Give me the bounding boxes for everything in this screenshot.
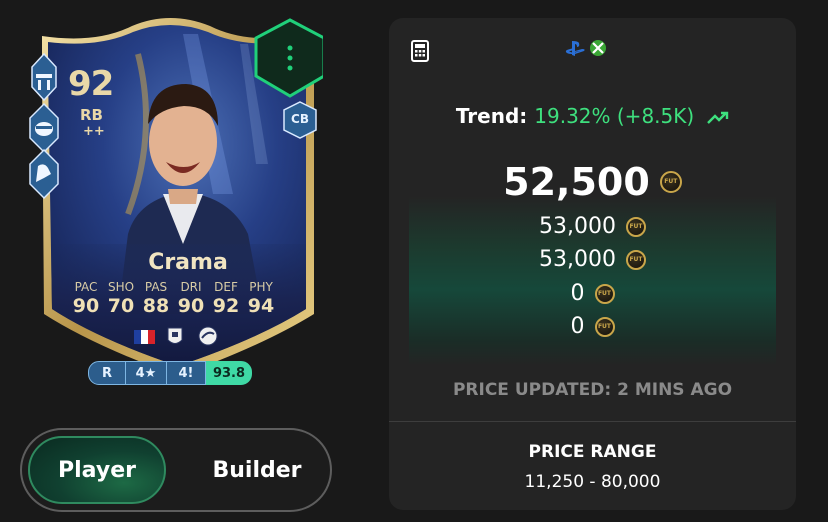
stat-dri: DRI 90 <box>174 280 208 317</box>
card-artwork <box>29 18 323 376</box>
trend-label: Trend: <box>455 104 528 128</box>
price-value: 53,000 <box>539 247 616 272</box>
stat-value: 88 <box>142 295 170 317</box>
xbox-icon <box>590 40 606 56</box>
stat-label: PHY <box>249 280 273 294</box>
price-value: 0 <box>570 314 585 339</box>
stat-pac: PAC 90 <box>69 280 103 317</box>
player-builder-toggle[interactable]: Player Builder <box>20 428 332 512</box>
calculator-icon[interactable] <box>411 40 429 62</box>
league-logo-icon <box>198 326 218 346</box>
playstation-icon <box>565 41 585 56</box>
stat-value: 90 <box>177 295 205 317</box>
fut-coin-icon: FUT <box>594 316 615 337</box>
fut-coin-icon: FUT <box>659 171 682 193</box>
fut-coin-icon: FUT <box>625 249 646 270</box>
card-badges: R 4★ 4! 93.8 <box>88 361 252 385</box>
position-plus: ++ <box>83 124 105 139</box>
price-row-4: 0 FUT <box>389 314 796 339</box>
weak-foot-badge: 4! <box>167 361 206 385</box>
stat-label: DEF <box>214 280 238 294</box>
skill-moves-badge: 4★ <box>126 361 167 385</box>
price-row-2: 53,000 FUT <box>389 247 796 272</box>
stat-label: DRI <box>180 280 202 294</box>
stat-label: SHO <box>107 280 135 294</box>
stat-value: 92 <box>212 295 240 317</box>
trend-value: 19.32% (+8.5K) <box>534 104 695 128</box>
stat-pas: PAS 88 <box>139 280 173 317</box>
trending-up-icon <box>707 111 729 124</box>
stat-value: 94 <box>247 295 275 317</box>
price-updated-text: PRICE UPDATED: 2 MINS AGO <box>452 380 733 400</box>
stat-phy: PHY 94 <box>244 280 278 317</box>
stat-sho: SHO 70 <box>104 280 138 317</box>
stat-value: 90 <box>72 295 100 317</box>
player-card[interactable]: 92 RB ++ CB Crama PAC 90 SHO 70 PAS 88 D… <box>18 14 323 386</box>
price-panel: Trend: 19.32% (+8.5K) 52,500 FUT 53,000 … <box>389 18 796 510</box>
price-range-value: 11,250 - 80,000 <box>524 472 661 492</box>
stat-def: DEF 92 <box>209 280 243 317</box>
divider <box>389 421 796 422</box>
price-range-label: PRICE RANGE <box>528 442 657 462</box>
trend-line: Trend: 19.32% (+8.5K) <box>389 104 796 128</box>
fut-coin-icon: FUT <box>625 216 646 237</box>
player-name: Crama <box>148 250 228 275</box>
price-value: 53,000 <box>539 214 616 239</box>
main-price: 52,500 <box>503 160 650 204</box>
player-rating: 92 <box>68 64 114 104</box>
nation-flag-icon <box>134 330 155 344</box>
alt-position-label: CB <box>291 112 309 126</box>
builder-toggle-button[interactable]: Builder <box>194 436 320 504</box>
fut-coin-icon: FUT <box>594 283 615 304</box>
stat-label: PAS <box>144 280 168 294</box>
stat-label: PAC <box>74 280 98 294</box>
price-value: 0 <box>570 281 585 306</box>
platform-icons <box>564 38 612 62</box>
player-toggle-button[interactable]: Player <box>28 436 166 504</box>
stat-value: 70 <box>107 295 135 317</box>
player-score-badge: 93.8 <box>206 361 252 385</box>
player-position: RB <box>80 106 103 124</box>
club-crest-icon <box>167 327 183 344</box>
main-price-row: 52,500 FUT <box>389 160 796 204</box>
price-row-3: 0 FUT <box>389 281 796 306</box>
price-row-1: 53,000 FUT <box>389 214 796 239</box>
preferred-foot-badge: R <box>88 361 126 385</box>
